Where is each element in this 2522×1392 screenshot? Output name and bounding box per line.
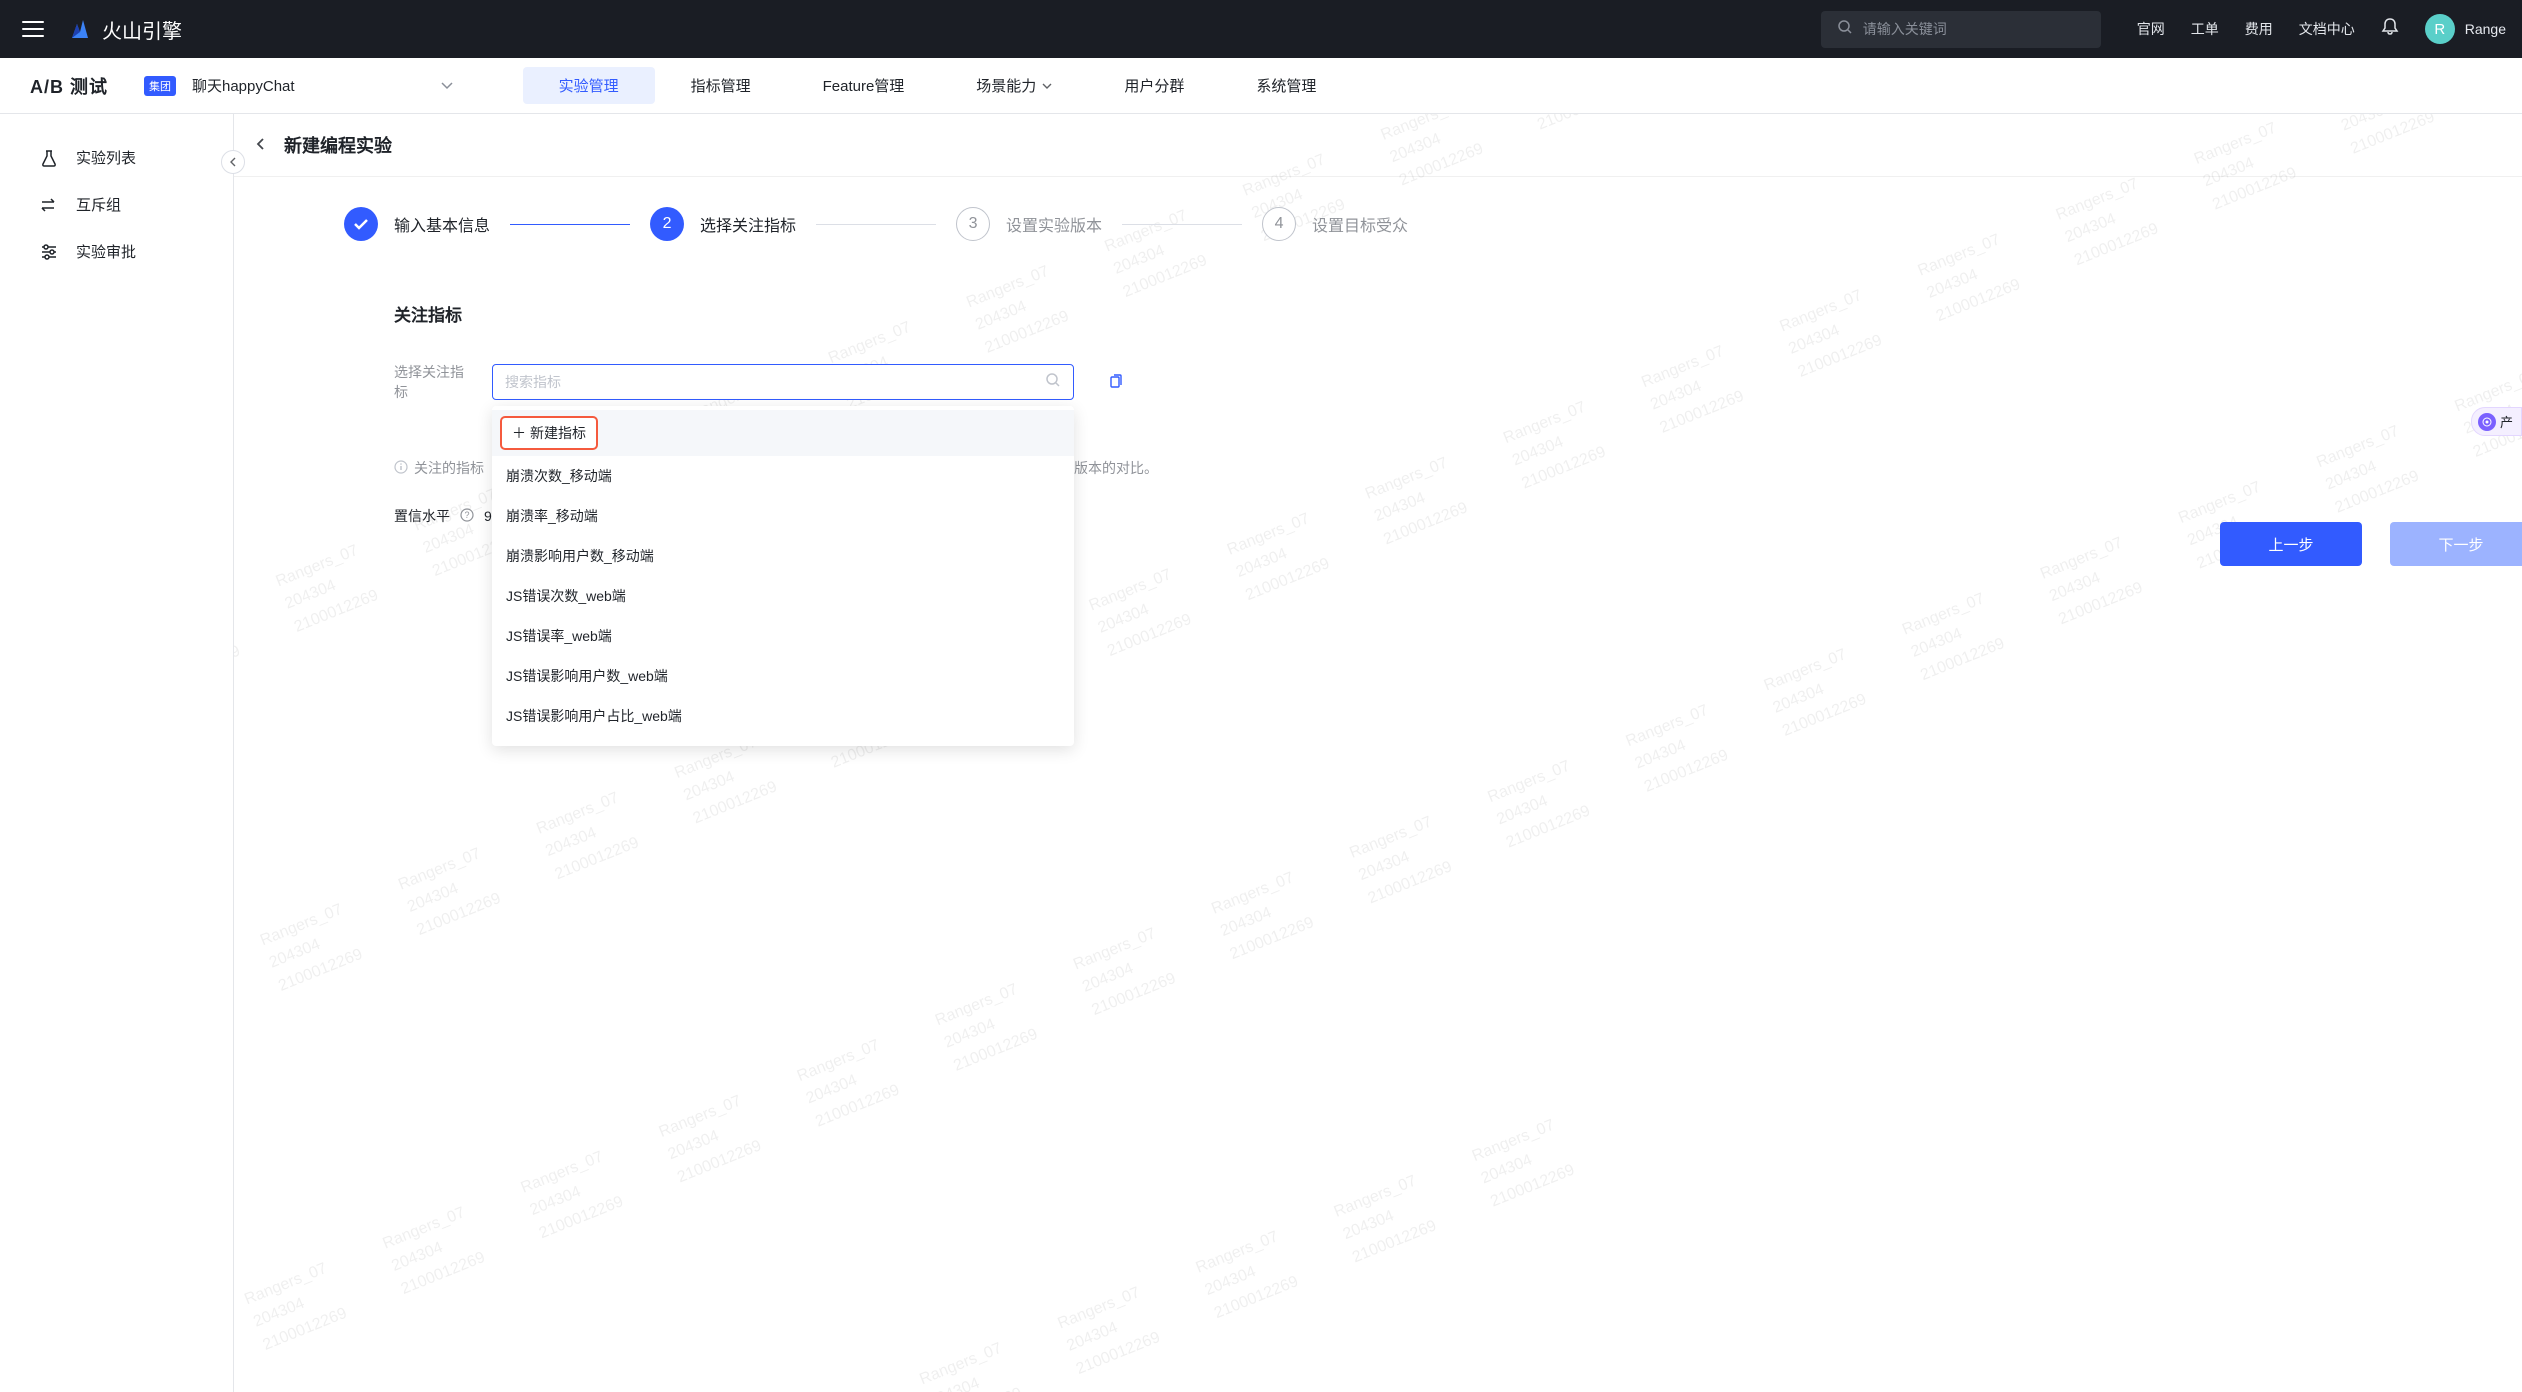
step-3: 3 设置实验版本 xyxy=(956,207,1102,241)
info-icon xyxy=(394,460,408,477)
step-connector xyxy=(816,224,936,225)
settings-icon xyxy=(40,243,60,261)
step-label: 设置目标受众 xyxy=(1312,212,1408,236)
nav-link-billing[interactable]: 费用 xyxy=(2245,19,2273,39)
hamburger-menu-icon[interactable] xyxy=(16,15,50,43)
nav-link-ticket[interactable]: 工单 xyxy=(2191,19,2219,39)
hint-text-prefix: 关注的指标 xyxy=(414,458,484,478)
tab-scenes[interactable]: 场景能力 xyxy=(940,67,1088,104)
step-4: 4 设置目标受众 xyxy=(1262,207,1408,241)
step-label: 设置实验版本 xyxy=(1006,212,1102,236)
sidebar-item-label: 实验列表 xyxy=(76,147,136,168)
prev-button[interactable]: 上一步 xyxy=(2220,522,2362,566)
top-header: 火山引擎 官网 工单 费用 文档中心 R Range xyxy=(0,0,2522,58)
new-metric-button[interactable]: ＋ 新建指标 xyxy=(500,416,598,450)
module-title: A/B 测试 xyxy=(30,73,108,99)
bell-icon[interactable] xyxy=(2381,17,2399,41)
header-search[interactable] xyxy=(1821,11,2101,48)
sidebar-item-mutex-groups[interactable]: 互斥组 xyxy=(0,181,233,228)
sidebar-item-label: 实验审批 xyxy=(76,241,136,262)
avatar: R xyxy=(2425,14,2455,44)
project-selector[interactable]: 集团 聊天happyChat xyxy=(144,75,453,96)
next-button[interactable]: 下一步 xyxy=(2390,522,2522,566)
footer-buttons: 上一步 下一步 xyxy=(2220,522,2522,566)
nav-link-docs[interactable]: 文档中心 xyxy=(2299,19,2355,39)
sidebar: 实验列表 互斥组 实验审批 xyxy=(0,114,234,1392)
metric-search-input[interactable] xyxy=(505,374,1045,390)
step-label: 选择关注指标 xyxy=(700,212,796,236)
step-number: 4 xyxy=(1262,207,1296,241)
tab-experiments[interactable]: 实验管理 xyxy=(523,67,655,104)
step-number: 3 xyxy=(956,207,990,241)
header-search-input[interactable] xyxy=(1863,21,2085,37)
tab-user-groups[interactable]: 用户分群 xyxy=(1088,67,1220,104)
step-done-icon xyxy=(344,207,378,241)
section-title: 关注指标 xyxy=(394,301,2472,326)
chevron-down-icon xyxy=(441,77,453,95)
dropdown-new-wrapper: ＋ 新建指标 xyxy=(492,410,1074,456)
form-label: 选择关注指标 xyxy=(394,362,474,402)
confidence-value: 9 xyxy=(484,508,492,524)
form-section: 关注指标 选择关注指标 xyxy=(394,301,2472,526)
brand-name: 火山引擎 xyxy=(102,15,182,44)
dropdown-item[interactable]: JS错误次数_web端 xyxy=(492,576,1074,616)
volcano-logo-icon xyxy=(68,18,92,40)
tab-metrics[interactable]: 指标管理 xyxy=(655,67,787,104)
step-indicator: 输入基本信息 2 选择关注指标 3 设置实验版本 4 设置 xyxy=(344,207,2472,241)
step-label: 输入基本信息 xyxy=(394,212,490,236)
copy-button[interactable] xyxy=(1102,368,1130,396)
step-number: 2 xyxy=(650,207,684,241)
dropdown-item[interactable]: JS错误率_web端 xyxy=(492,616,1074,656)
plus-icon: ＋ xyxy=(512,423,526,443)
help-icon[interactable]: ? xyxy=(460,508,474,525)
dropdown-item[interactable]: JS错误影响用户占比_web端 xyxy=(492,696,1074,736)
hint-text-suffix: 照版本的对比。 xyxy=(1060,458,1158,478)
chevron-down-icon xyxy=(1042,83,1052,89)
user-menu[interactable]: R Range xyxy=(2425,14,2506,44)
tab-system[interactable]: 系统管理 xyxy=(1220,67,1352,104)
copy-icon xyxy=(1108,374,1124,390)
step-1: 输入基本信息 xyxy=(344,207,490,241)
brand-logo[interactable]: 火山引擎 xyxy=(68,15,182,44)
metric-search-field[interactable] xyxy=(492,364,1074,400)
search-icon xyxy=(1837,19,1853,40)
page-header: 新建编程实验 xyxy=(234,114,2522,177)
metric-select-row: 选择关注指标 xyxy=(394,362,2472,402)
dropdown-item[interactable]: JS错误影响用户数_web端 xyxy=(492,656,1074,696)
tab-features[interactable]: Feature管理 xyxy=(787,67,941,104)
project-name: 聊天happyChat xyxy=(192,75,295,96)
sidebar-item-approval[interactable]: 实验审批 xyxy=(0,228,233,275)
step-connector xyxy=(1122,224,1242,225)
header-right: 官网 工单 费用 文档中心 R Range xyxy=(1821,11,2506,48)
sub-nav: A/B 测试 集团 聊天happyChat 实验管理 指标管理 Feature管… xyxy=(0,58,2522,114)
dropdown-item[interactable]: 崩溃率_移动端 xyxy=(492,496,1074,536)
step-2: 2 选择关注指标 xyxy=(650,207,796,241)
search-icon xyxy=(1045,372,1061,393)
dropdown-item[interactable]: 崩溃次数_移动端 xyxy=(492,456,1074,496)
svg-text:?: ? xyxy=(464,510,469,520)
step-connector xyxy=(510,224,630,225)
main-content: 新建编程实验 Rangers_072043042100012269Rangers… xyxy=(234,114,2522,1392)
confidence-label: 置信水平 xyxy=(394,506,450,526)
sidebar-item-experiment-list[interactable]: 实验列表 xyxy=(0,134,233,181)
new-metric-label: 新建指标 xyxy=(530,423,586,443)
nav-tabs: 实验管理 指标管理 Feature管理 场景能力 用户分群 系统管理 xyxy=(523,67,1353,104)
flask-icon xyxy=(40,149,60,167)
username: Range xyxy=(2465,21,2506,37)
page-title: 新建编程实验 xyxy=(284,132,392,158)
header-left: 火山引擎 xyxy=(16,15,182,44)
back-button[interactable] xyxy=(254,135,268,156)
sidebar-item-label: 互斥组 xyxy=(76,194,121,215)
group-badge: 集团 xyxy=(144,76,176,96)
nav-link-official[interactable]: 官网 xyxy=(2137,19,2165,39)
swap-icon xyxy=(40,196,60,214)
dropdown-item[interactable]: 崩溃影响用户数_移动端 xyxy=(492,536,1074,576)
metric-dropdown: ＋ 新建指标 崩溃次数_移动端 崩溃率_移动端 崩溃影响用户数_移动端 JS错误… xyxy=(492,406,1074,746)
